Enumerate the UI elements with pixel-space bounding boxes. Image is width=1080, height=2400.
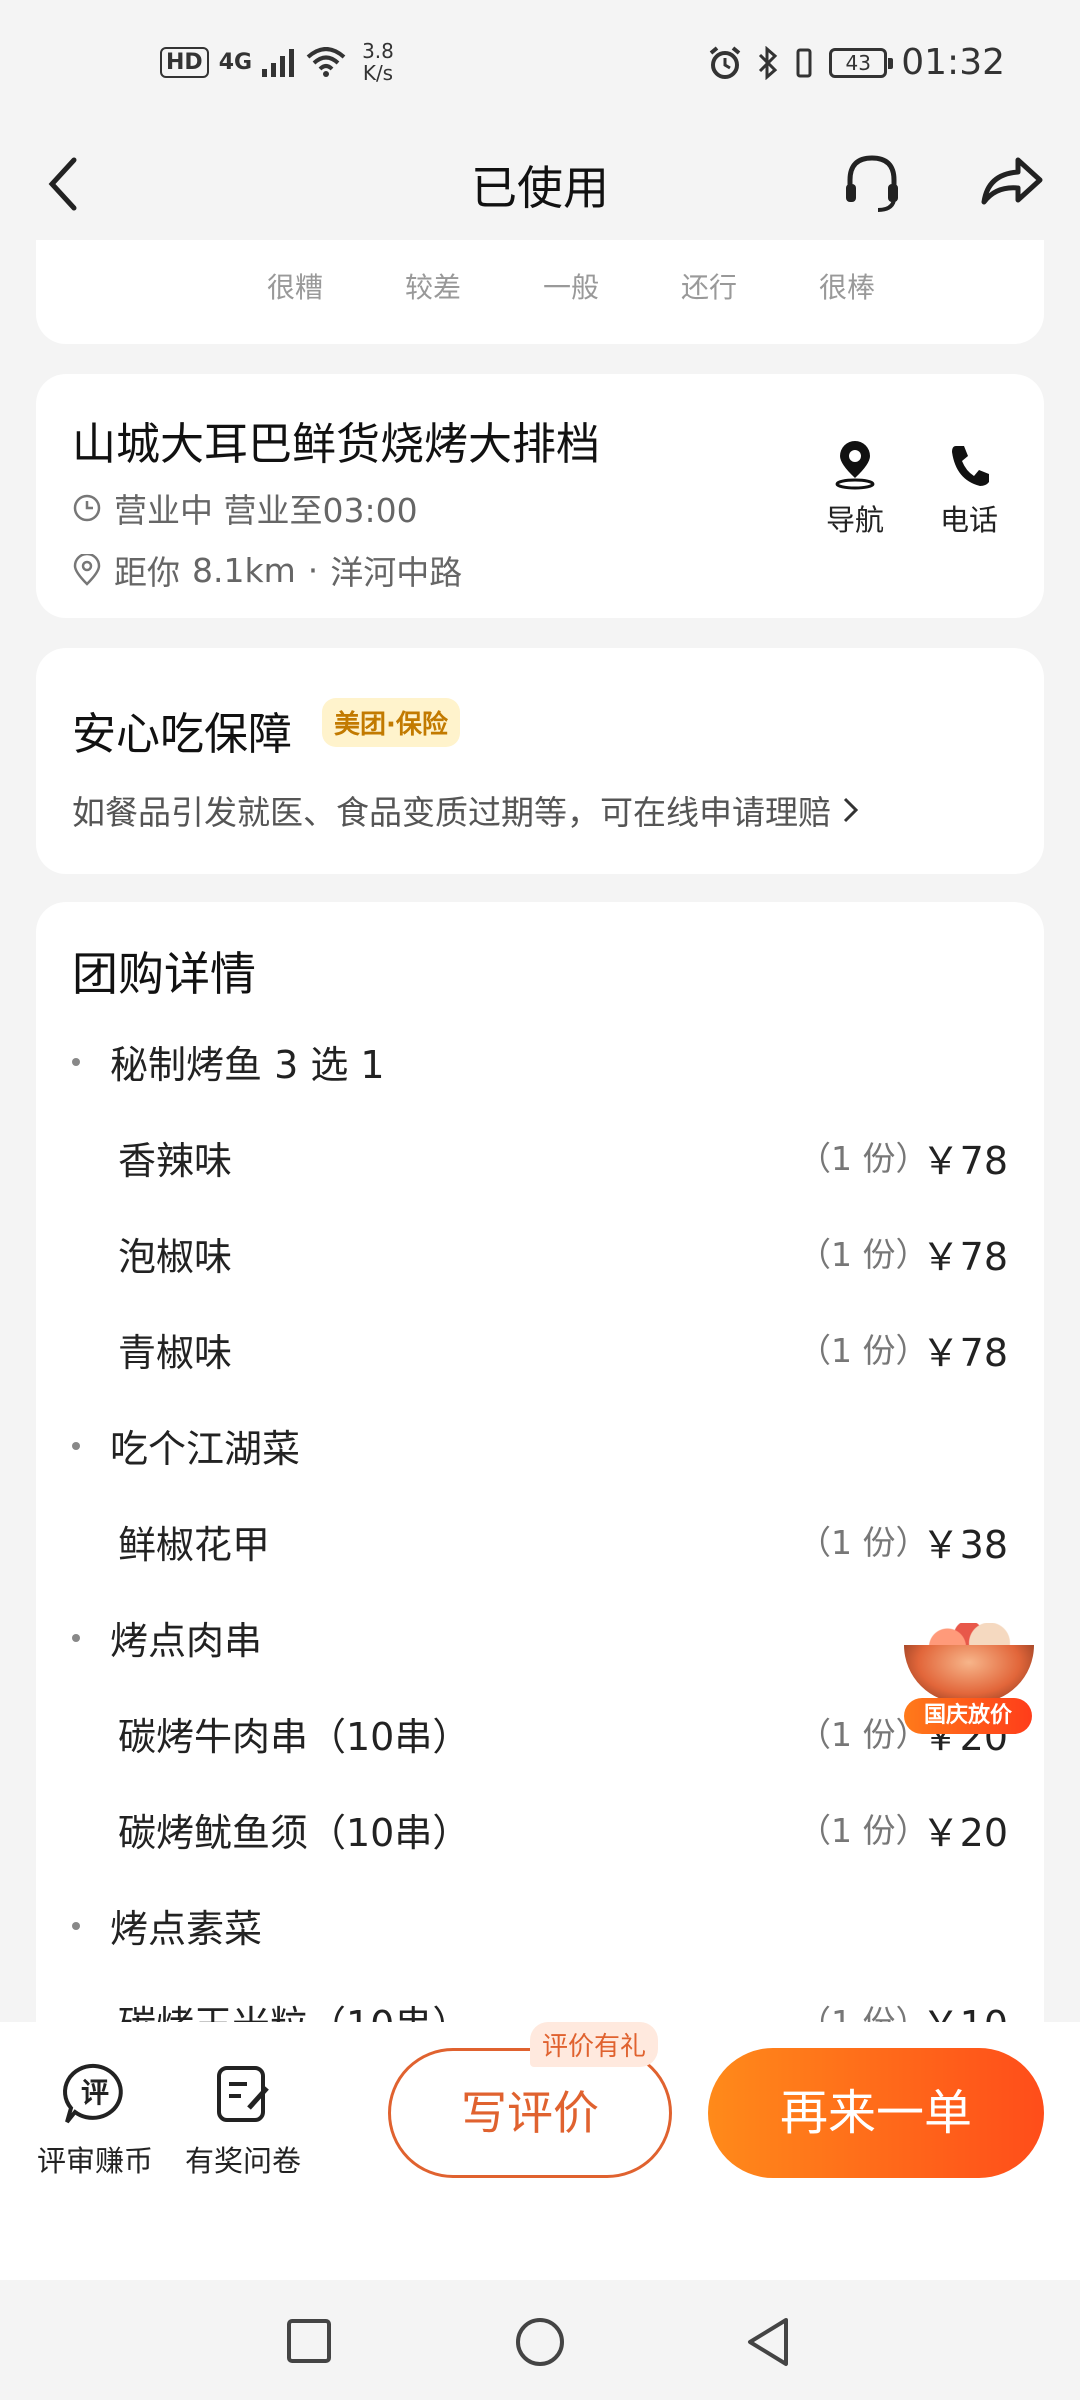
insurance-badge: 美团·保险	[322, 698, 460, 747]
rating-label[interactable]: 很棒	[778, 266, 916, 306]
order-again-button[interactable]: 再来一单	[708, 2048, 1044, 2178]
phone-icon	[952, 446, 989, 486]
status-left: HD 4G 3.8 K/s	[160, 40, 394, 84]
guarantee-title: 安心吃保障	[72, 709, 292, 760]
rating-label[interactable]: 较差	[364, 266, 502, 306]
wifi-icon	[306, 47, 346, 77]
shop-hours: 营业中 营业至03:00	[72, 484, 418, 532]
distance-value: 8.1km	[192, 550, 296, 590]
group-name: 秘制烤鱼 3 选 1	[110, 1043, 385, 1087]
headset-icon[interactable]	[842, 152, 902, 216]
bullet-dot	[72, 1633, 80, 1642]
item-name: 鲜椒花甲	[118, 1523, 271, 1567]
hd-badge: HD	[160, 46, 209, 78]
bullet-dot	[72, 1921, 80, 1930]
distance-prefix: 距你	[114, 553, 180, 592]
net-speed: 3.8 K/s	[362, 40, 394, 84]
clock: 01:32	[901, 42, 1005, 83]
group-header: 吃个江湖菜	[72, 1418, 300, 1473]
vibrate-icon	[796, 48, 812, 77]
guarantee-desc-text: 如餐品引发就医、食品变质过期等，可在线申请理赔	[72, 793, 831, 832]
rating-label[interactable]: 很糟	[226, 266, 364, 306]
nav-bar: 已使用	[0, 130, 1080, 240]
review-coin-icon-char: 评	[81, 2076, 109, 2109]
separator-dot: ·	[307, 550, 319, 590]
item-name: 碳烤牛肉串（10串）	[118, 1715, 471, 1759]
navigate-button[interactable]: 导航	[810, 440, 900, 539]
item-name: 碳烤鱿鱼须（10串）	[118, 1811, 471, 1855]
bullet-dot	[72, 1057, 80, 1066]
item-qty: （1 份）	[798, 1139, 929, 1178]
net-speed-value: 3.8	[362, 39, 394, 63]
navigation-pin-icon	[835, 441, 875, 490]
item-name: 香辣味	[118, 1139, 233, 1183]
promo-tag: 国庆放价	[904, 1698, 1032, 1734]
group-header: 烤点肉串	[72, 1610, 262, 1665]
clock-icon	[73, 494, 101, 522]
item-qty: （1 份）	[798, 1331, 929, 1370]
rating-label[interactable]: 一般	[502, 266, 640, 306]
item-price: ￥78	[921, 1139, 1008, 1183]
chevron-right-icon	[843, 797, 859, 823]
call-button[interactable]: 电话	[924, 440, 1014, 539]
bullet-dot	[72, 1441, 80, 1450]
group-name: 烤点素菜	[110, 1907, 263, 1951]
group-name: 吃个江湖菜	[110, 1427, 301, 1471]
group-header: 秘制烤鱼 3 选 1	[72, 1034, 385, 1089]
deal-details-card: 团购详情 秘制烤鱼 3 选 1 香辣味 （1 份） ￥78 泡椒味 （1 份） …	[36, 902, 1044, 2102]
net-speed-unit: K/s	[362, 61, 394, 85]
back-icon[interactable]	[744, 2316, 792, 2368]
shop-card[interactable]: 山城大耳巴鲜货烧烤大排档 营业中 营业至03:00 距你 8.1km · 洋河中…	[36, 374, 1044, 618]
group-header: 烤点素菜	[72, 1898, 262, 1953]
recent-apps-icon[interactable]	[286, 2318, 332, 2364]
navigate-label: 导航	[825, 503, 884, 537]
item-qty: （1 份）	[798, 1523, 929, 1562]
group-name: 烤点肉串	[110, 1619, 263, 1663]
shop-road: 洋河中路	[330, 553, 463, 592]
item-qty: （1 份）	[798, 1811, 929, 1850]
item-name: 泡椒味	[118, 1235, 233, 1279]
rating-labels: 很糟 较差 一般 还行 很棒	[226, 266, 916, 306]
item-price: ￥78	[921, 1331, 1008, 1375]
item-qty: （1 份）	[798, 1235, 929, 1274]
survey-label: 有奖问卷	[184, 2144, 301, 2178]
guarantee-card[interactable]: 安心吃保障 美团·保险 如餐品引发就医、食品变质过期等，可在线申请理赔	[36, 648, 1044, 874]
battery-icon: 43	[829, 47, 894, 78]
item-price: ￥20	[921, 1811, 1008, 1855]
review-reward-tip: 评价有礼	[530, 2022, 659, 2067]
item-price: ￥38	[921, 1523, 1008, 1567]
home-icon[interactable]	[514, 2316, 566, 2368]
shop-status: 营业中 营业至03:00	[114, 491, 418, 530]
floating-promo[interactable]: 国庆放价	[896, 1615, 1041, 1740]
signal-icon	[262, 49, 295, 77]
call-label: 电话	[939, 503, 998, 537]
network-type: 4G	[218, 49, 253, 75]
shop-name[interactable]: 山城大耳巴鲜货烧烤大排档	[72, 408, 600, 472]
write-review-button[interactable]: 写评价	[388, 2048, 672, 2178]
shop-location: 距你 8.1km · 洋河中路	[72, 546, 462, 594]
alarm-icon	[709, 45, 741, 79]
bottom-action-bar: 评 评审赚币 有奖问卷 写评价 评价有礼 再来一单	[0, 2022, 1080, 2280]
location-pin-icon	[73, 554, 101, 586]
item-name: 青椒味	[118, 1331, 233, 1375]
survey-edit-icon	[217, 2066, 269, 2122]
item-price: ￥78	[921, 1235, 1008, 1279]
survey-button[interactable]: 有奖问卷	[168, 2062, 318, 2180]
rating-card: 很糟 较差 一般 还行 很棒	[36, 240, 1044, 344]
status-right: 43 01:32	[707, 42, 1005, 83]
system-nav-bar	[0, 2280, 1080, 2400]
bluetooth-icon	[759, 45, 778, 80]
review-coin-label: 评审赚币	[36, 2144, 153, 2178]
share-arrow-icon[interactable]	[978, 150, 1044, 210]
promo-bowl-image	[904, 1645, 1034, 1703]
review-coin-icon: 评	[63, 2063, 123, 2124]
review-coin-button[interactable]: 评 评审赚币	[20, 2062, 170, 2180]
rating-label[interactable]: 还行	[640, 266, 778, 306]
status-bar: HD 4G 3.8 K/s 43 01:32	[0, 0, 1080, 130]
guarantee-desc[interactable]: 如餐品引发就医、食品变质过期等，可在线申请理赔	[72, 786, 861, 834]
page-title: 已使用	[471, 161, 609, 215]
details-title: 团购详情	[72, 947, 256, 1001]
